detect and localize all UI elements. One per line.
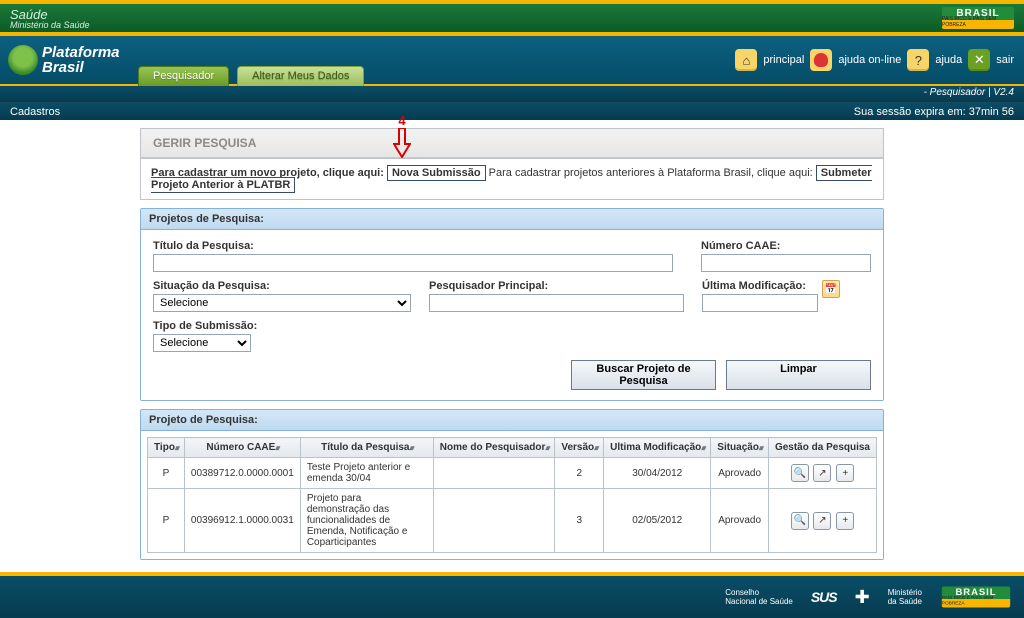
tab-alterar-dados[interactable]: Alterar Meus Dados — [237, 66, 364, 86]
panel-gerir-pesquisa: GERIR PESQUISA — [140, 128, 884, 159]
ultima-modificacao-input[interactable] — [702, 294, 818, 312]
titulo-label: Título da Pesquisa: — [153, 240, 683, 252]
tipo-submissao-label: Tipo de Submissão: — [153, 320, 257, 332]
numero-caae-input[interactable] — [701, 254, 871, 272]
detail-icon[interactable]: 🔍 — [791, 512, 809, 530]
submit-line: 4 Para cadastrar um novo projeto, clique… — [140, 159, 884, 200]
th-versao[interactable]: Versão — [555, 438, 604, 458]
tab-pesquisador[interactable]: Pesquisador — [138, 66, 229, 86]
close-icon[interactable]: ✕ — [968, 49, 990, 71]
titulo-pesquisa-input[interactable] — [153, 254, 673, 272]
brasil-logo: BRASIL PAÍS RICO É PAÍS SEM POBREZA — [942, 587, 1010, 608]
home-icon[interactable]: ⌂ — [735, 49, 757, 71]
situacao-label: Situação da Pesquisa: — [153, 280, 411, 292]
app-logo: Plataforma Brasil — [8, 45, 120, 75]
nav-ajuda-online[interactable]: ajuda on-line — [838, 54, 901, 66]
nova-submissao-button[interactable]: Nova Submissão — [387, 165, 486, 181]
add-icon[interactable]: + — [836, 512, 854, 530]
globe-icon — [8, 45, 38, 75]
open-icon[interactable]: ↗ — [813, 464, 831, 482]
menu-cadastros[interactable]: Cadastros — [10, 106, 60, 118]
nav-sair[interactable]: sair — [996, 54, 1014, 66]
panel-title: GERIR PESQUISA — [141, 129, 883, 158]
tipo-submissao-select[interactable]: Selecione — [153, 334, 251, 352]
search-section: Projetos de Pesquisa: Título da Pesquisa… — [140, 208, 884, 401]
help-icon[interactable]: ? — [907, 49, 929, 71]
footer-sus: SUS — [811, 593, 837, 602]
footer-ministerio: Ministérioda Saúde — [888, 588, 922, 606]
detail-icon[interactable]: 🔍 — [791, 464, 809, 482]
th-situacao[interactable]: Situação — [711, 438, 769, 458]
buscar-button[interactable]: Buscar Projeto de Pesquisa — [571, 360, 716, 390]
caae-label: Número CAAE: — [701, 240, 871, 252]
th-titulo[interactable]: Título da Pesquisa — [300, 438, 433, 458]
open-icon[interactable]: ↗ — [813, 512, 831, 530]
th-gestao: Gestão da Pesquisa — [768, 438, 876, 458]
brasil-logo: BRASIL PAÍS RICO É PAÍS SEM POBREZA — [942, 7, 1014, 29]
app-header: Plataforma Brasil ⌂ principal ajuda on-l… — [0, 36, 1024, 84]
limpar-button[interactable]: Limpar — [726, 360, 871, 390]
nav-ajuda[interactable]: ajuda — [935, 54, 962, 66]
gov-title: Saúde Ministério da Saúde — [10, 7, 90, 30]
th-modif[interactable]: Ultima Modificação — [604, 438, 711, 458]
submit-prefix-2: Para cadastrar projetos anteriores à Pla… — [489, 167, 813, 179]
add-icon[interactable]: + — [836, 464, 854, 482]
search-section-header: Projetos de Pesquisa: — [141, 209, 883, 230]
table-row: P 00396912.1.0000.0031 Projeto para demo… — [148, 489, 877, 553]
th-tipo[interactable]: Tipo — [148, 438, 185, 458]
pesquisador-label: Pesquisador Principal: — [429, 280, 684, 292]
plus-icon: ✚ — [855, 590, 870, 604]
role-version: - Pesquisador | V2.4 — [0, 86, 1024, 102]
gov-header: Saúde Ministério da Saúde BRASIL PAÍS RI… — [0, 4, 1024, 32]
situacao-select[interactable]: Selecione — [153, 294, 411, 312]
pesquisador-principal-input[interactable] — [429, 294, 684, 312]
calendar-icon[interactable]: 📅 — [822, 280, 840, 298]
avatar-icon[interactable] — [810, 49, 832, 71]
results-table: Tipo Número CAAE Título da Pesquisa Nome… — [147, 437, 877, 553]
main-tabs: Pesquisador Alterar Meus Dados — [138, 66, 364, 86]
modificacao-label: Última Modificação: — [702, 280, 818, 292]
footer: ConselhoNacional de Saúde SUS ✚ Ministér… — [0, 576, 1024, 618]
th-nome[interactable]: Nome do Pesquisador — [433, 438, 555, 458]
results-section: Projeto de Pesquisa: Tipo Número CAAE Tí… — [140, 409, 884, 560]
nav-principal[interactable]: principal — [763, 54, 804, 66]
footer-conselho: ConselhoNacional de Saúde — [725, 588, 793, 606]
session-timer: Sua sessão expira em: 37min 56 — [854, 106, 1014, 118]
results-header: Projeto de Pesquisa: — [141, 410, 883, 431]
th-caae[interactable]: Número CAAE — [184, 438, 300, 458]
table-row: P 00389712.0.0000.0001 Teste Projeto ant… — [148, 458, 877, 489]
